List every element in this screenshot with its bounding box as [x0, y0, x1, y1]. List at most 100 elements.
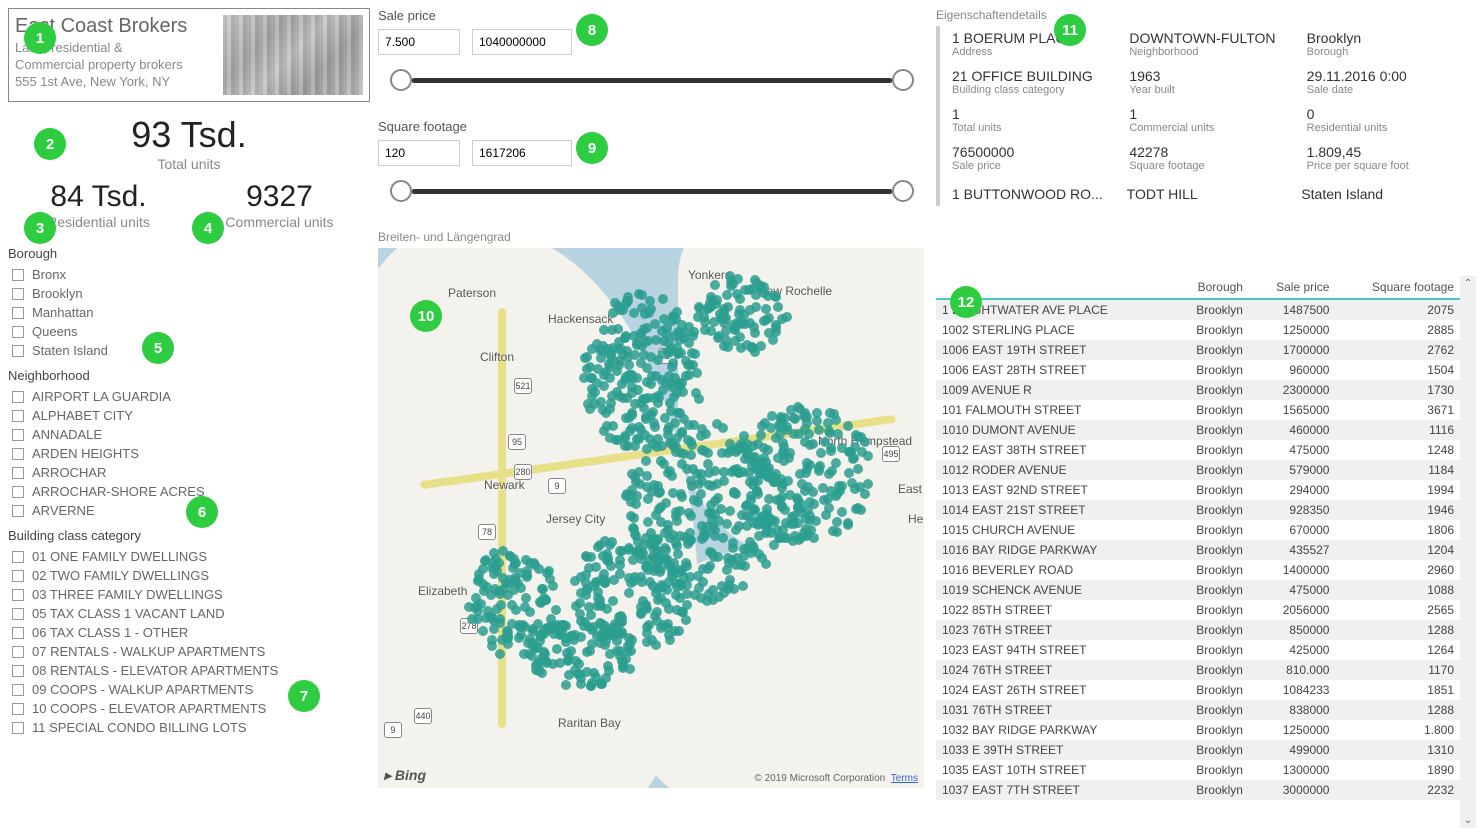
- map-point[interactable]: [671, 590, 681, 600]
- table-scrollbar[interactable]: ⌃ ⌄: [1460, 276, 1476, 828]
- table-row[interactable]: 1032 BAY RIDGE PARKWAYBrooklyn12500001.8…: [936, 720, 1460, 740]
- map-point[interactable]: [666, 406, 676, 416]
- table-row[interactable]: 1023 76TH STREETBrooklyn8500001288: [936, 620, 1460, 640]
- map-point[interactable]: [574, 659, 584, 669]
- map-point[interactable]: [794, 535, 804, 545]
- map-point[interactable]: [669, 312, 679, 322]
- filter-item-neighborhood[interactable]: AIRPORT LA GUARDIA: [8, 387, 370, 406]
- map-point[interactable]: [639, 540, 649, 550]
- table-row[interactable]: 1014 EAST 21ST STREETBrooklyn9283501946: [936, 500, 1460, 520]
- filter-item-borough[interactable]: Brooklyn: [8, 284, 370, 303]
- table-row[interactable]: 1009 AVENUE RBrooklyn23000001730: [936, 380, 1460, 400]
- map-point[interactable]: [628, 555, 638, 565]
- map-point[interactable]: [615, 569, 625, 579]
- map-point[interactable]: [725, 575, 735, 585]
- table-row[interactable]: 1019 SCHENCK AVENUEBrooklyn4750001088: [936, 580, 1460, 600]
- map-point[interactable]: [681, 356, 691, 366]
- map-point[interactable]: [831, 458, 841, 468]
- map-point[interactable]: [812, 408, 822, 418]
- sqft-slider[interactable]: [378, 176, 926, 206]
- checkbox-icon[interactable]: [12, 448, 24, 460]
- checkbox-icon[interactable]: [12, 345, 24, 357]
- map-point[interactable]: [498, 546, 508, 556]
- map-point[interactable]: [818, 483, 828, 493]
- table-row[interactable]: 1022 85TH STREETBrooklyn20560002565: [936, 600, 1460, 620]
- table-row[interactable]: 1012 EAST 38TH STREETBrooklyn4750001248: [936, 440, 1460, 460]
- table-row[interactable]: 1031 76TH STREETBrooklyn8380001288: [936, 700, 1460, 720]
- map-point[interactable]: [629, 331, 639, 341]
- table-header[interactable]: Square footage: [1335, 276, 1460, 299]
- map-point[interactable]: [800, 437, 810, 447]
- map-point[interactable]: [576, 572, 586, 582]
- map-point[interactable]: [637, 290, 647, 300]
- map-point[interactable]: [659, 336, 669, 346]
- table-row[interactable]: 1 BRIGHTWATER AVE PLACEBrooklyn148750020…: [936, 299, 1460, 320]
- map-point[interactable]: [627, 388, 637, 398]
- map-point[interactable]: [735, 294, 745, 304]
- map-terms-link[interactable]: Terms: [891, 773, 918, 784]
- checkbox-icon[interactable]: [12, 505, 24, 517]
- map-point[interactable]: [707, 481, 717, 491]
- map-point[interactable]: [802, 412, 812, 422]
- price-slider-min-handle[interactable]: [390, 69, 412, 91]
- map-point[interactable]: [686, 450, 696, 460]
- map-point[interactable]: [735, 332, 745, 342]
- map-point[interactable]: [634, 434, 644, 444]
- map-point[interactable]: [844, 468, 854, 478]
- map-point[interactable]: [605, 404, 615, 414]
- map-point[interactable]: [785, 490, 795, 500]
- map-point[interactable]: [823, 418, 833, 428]
- price-slider[interactable]: [378, 65, 926, 95]
- map-point[interactable]: [652, 607, 662, 617]
- checkbox-icon[interactable]: [12, 326, 24, 338]
- map-point[interactable]: [709, 552, 719, 562]
- checkbox-icon[interactable]: [12, 570, 24, 582]
- map-point[interactable]: [499, 584, 509, 594]
- map-point[interactable]: [779, 533, 789, 543]
- map-point[interactable]: [789, 511, 799, 521]
- details-next-row[interactable]: 1 BUTTONWOOD RO... TODT HILL Staten Isla…: [948, 182, 1476, 206]
- map-point[interactable]: [657, 326, 667, 336]
- map-point[interactable]: [850, 442, 860, 452]
- sqft-max-input[interactable]: [472, 140, 572, 166]
- scroll-down-icon[interactable]: ⌄: [1464, 815, 1472, 826]
- map-point[interactable]: [625, 664, 635, 674]
- map-point[interactable]: [678, 607, 688, 617]
- map-point[interactable]: [742, 449, 752, 459]
- map-point[interactable]: [608, 355, 618, 365]
- map-point[interactable]: [644, 308, 654, 318]
- checkbox-icon[interactable]: [12, 551, 24, 563]
- map-point[interactable]: [692, 469, 702, 479]
- map-point[interactable]: [853, 432, 863, 442]
- scroll-up-icon[interactable]: ⌃: [1464, 278, 1472, 289]
- map-point[interactable]: [476, 599, 486, 609]
- table-row[interactable]: 1035 EAST 10TH STREETBrooklyn13000001890: [936, 760, 1460, 780]
- table-row[interactable]: 1006 EAST 19TH STREETBrooklyn17000002762: [936, 340, 1460, 360]
- map-point[interactable]: [751, 302, 761, 312]
- map-point[interactable]: [605, 649, 615, 659]
- map-point[interactable]: [561, 680, 571, 690]
- checkbox-icon[interactable]: [12, 608, 24, 620]
- map-point[interactable]: [626, 497, 636, 507]
- map-point[interactable]: [656, 593, 666, 603]
- table-row[interactable]: 1013 EAST 92ND STREETBrooklyn2940001994: [936, 480, 1460, 500]
- map-point[interactable]: [652, 536, 662, 546]
- checkbox-icon[interactable]: [12, 391, 24, 403]
- map-point[interactable]: [713, 333, 723, 343]
- map-point[interactable]: [671, 511, 681, 521]
- map-point[interactable]: [719, 467, 729, 477]
- map-point[interactable]: [636, 425, 646, 435]
- map-point[interactable]: [540, 649, 550, 659]
- filter-item-building-class[interactable]: 01 ONE FAMILY DWELLINGS: [8, 547, 370, 566]
- map-point[interactable]: [600, 621, 610, 631]
- filter-item-building-class[interactable]: 03 THREE FAMILY DWELLINGS: [8, 585, 370, 604]
- map-point[interactable]: [806, 525, 816, 535]
- map-point[interactable]: [643, 494, 653, 504]
- filter-item-neighborhood[interactable]: ALPHABET CITY: [8, 406, 370, 425]
- map-point[interactable]: [548, 659, 558, 669]
- map-point[interactable]: [702, 596, 712, 606]
- checkbox-icon[interactable]: [12, 486, 24, 498]
- map-point[interactable]: [604, 666, 614, 676]
- filter-item-borough[interactable]: Manhattan: [8, 303, 370, 322]
- map-point[interactable]: [703, 564, 713, 574]
